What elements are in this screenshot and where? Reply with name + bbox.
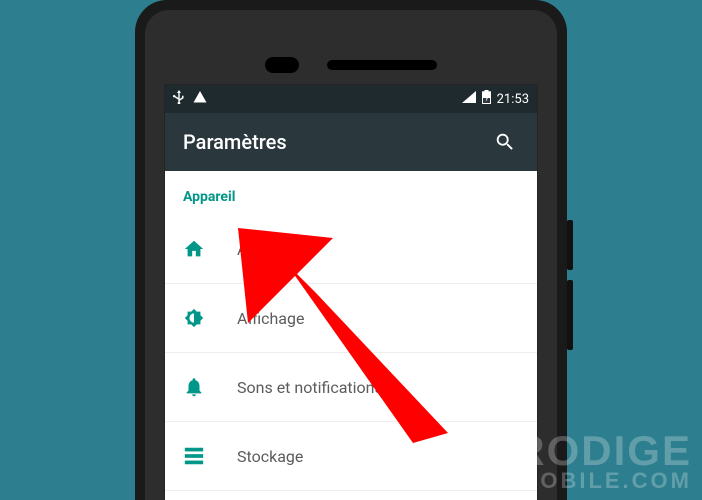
- setting-label: Sons et notifications: [237, 378, 383, 397]
- section-header-device: Appareil: [165, 171, 537, 215]
- phone-top-elements: [145, 50, 557, 80]
- status-time: 21:53: [497, 92, 529, 107]
- setting-item-storage[interactable]: Stockage: [165, 422, 537, 491]
- volume-button: [567, 280, 573, 350]
- search-icon: [494, 131, 516, 153]
- front-camera: [265, 57, 299, 73]
- app-title: Paramètres: [183, 130, 287, 154]
- app-bar: Paramètres: [165, 113, 537, 171]
- signal-icon: [462, 91, 476, 107]
- setting-label: Affichage: [237, 309, 304, 328]
- brightness-icon: [183, 307, 205, 329]
- phone-frame: 21:53 Paramètres Appareil Accueil Affic: [135, 0, 567, 500]
- warning-icon: [193, 90, 207, 108]
- storage-icon: [183, 445, 205, 467]
- screen: 21:53 Paramètres Appareil Accueil Affic: [165, 85, 537, 500]
- battery-charging-icon: [482, 90, 491, 108]
- bell-icon: [183, 376, 205, 398]
- earpiece-speaker: [327, 60, 437, 70]
- setting-label: Stockage: [237, 447, 303, 466]
- setting-item-display[interactable]: Affichage: [165, 284, 537, 353]
- usb-icon: [173, 90, 185, 108]
- power-button: [567, 220, 573, 270]
- status-bar: 21:53: [165, 85, 537, 113]
- setting-item-home[interactable]: Accueil: [165, 215, 537, 284]
- setting-label: Accueil: [237, 240, 289, 259]
- setting-item-sound[interactable]: Sons et notifications: [165, 353, 537, 422]
- settings-content[interactable]: Appareil Accueil Affichage Sons et notif…: [165, 171, 537, 500]
- home-icon: [183, 238, 205, 260]
- search-button[interactable]: [491, 128, 519, 156]
